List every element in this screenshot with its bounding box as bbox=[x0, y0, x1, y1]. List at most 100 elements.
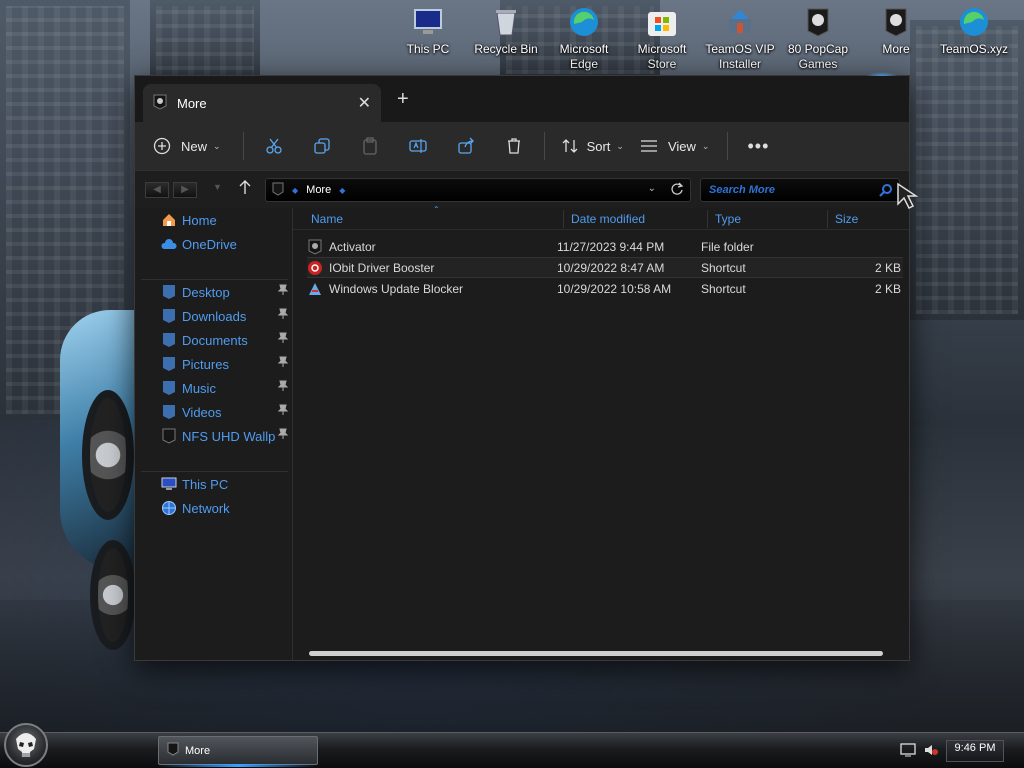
folder-icon bbox=[161, 284, 177, 300]
title-bar: More ✕ + bbox=[135, 76, 909, 122]
sidebar-item-onedrive[interactable]: OneDrive bbox=[135, 232, 292, 256]
folder-icon bbox=[161, 332, 177, 348]
close-icon[interactable]: ✕ bbox=[358, 93, 371, 113]
paste-button[interactable] bbox=[346, 130, 394, 162]
cut-button[interactable] bbox=[250, 130, 298, 162]
desktop-icon-this-pc[interactable]: This PC bbox=[390, 6, 466, 57]
driver-booster-icon bbox=[307, 260, 323, 276]
ellipsis-icon: ••• bbox=[747, 135, 770, 156]
navigation-pane: Home OneDrive Desktop Downloads Document… bbox=[135, 208, 293, 660]
file-name: IObit Driver Booster bbox=[329, 260, 435, 275]
view-button[interactable]: View ⌄ bbox=[640, 139, 710, 154]
forward-button[interactable]: ▶ bbox=[173, 182, 197, 198]
sidebar-item-documents[interactable]: Documents bbox=[135, 328, 292, 352]
desktop-icon-edge[interactable]: Microsoft Edge bbox=[546, 6, 622, 72]
view-list-icon bbox=[640, 140, 657, 152]
file-date: 10/29/2022 10:58 AM bbox=[557, 281, 672, 296]
new-button[interactable]: New ⌄ bbox=[153, 137, 221, 155]
desktop-icon-more[interactable]: More bbox=[858, 6, 934, 57]
file-type: File folder bbox=[701, 239, 754, 254]
copy-button[interactable] bbox=[298, 130, 346, 162]
search-box[interactable] bbox=[700, 178, 900, 202]
edge-icon bbox=[568, 6, 600, 38]
sort-button[interactable]: Sort ⌄ bbox=[561, 138, 624, 154]
new-tab-button[interactable]: + bbox=[397, 88, 409, 111]
sidebar-item-downloads[interactable]: Downloads bbox=[135, 304, 292, 328]
up-arrow-icon[interactable] bbox=[238, 179, 252, 198]
plus-circle-icon bbox=[153, 137, 171, 155]
pin-icon[interactable] bbox=[277, 284, 289, 299]
refresh-icon[interactable] bbox=[670, 182, 684, 199]
sidebar-item-network[interactable]: Network bbox=[135, 496, 292, 520]
delete-button[interactable] bbox=[490, 130, 538, 162]
desktop-icon-popcap-games[interactable]: 80 PopCap Games bbox=[780, 6, 856, 72]
column-header-name[interactable]: Name bbox=[311, 212, 343, 226]
search-icon[interactable] bbox=[879, 183, 893, 200]
breadcrumb-separator-icon: ◆ bbox=[292, 185, 299, 195]
taskbar-window-button-more[interactable]: More bbox=[158, 736, 318, 767]
pin-icon[interactable] bbox=[277, 380, 289, 395]
punisher-skull-icon bbox=[11, 729, 41, 762]
pin-icon[interactable] bbox=[277, 356, 289, 371]
folder-punisher-icon bbox=[307, 239, 323, 255]
folder-punisher-icon bbox=[272, 182, 284, 199]
chevron-down-icon: ⌄ bbox=[616, 140, 624, 151]
pin-icon[interactable] bbox=[277, 332, 289, 347]
recycle-bin-icon bbox=[490, 6, 522, 38]
chevron-down-icon: ⌄ bbox=[701, 140, 710, 151]
clock[interactable]: 9:46 PM bbox=[946, 740, 1004, 762]
sidebar-item-this-pc[interactable]: This PC bbox=[135, 472, 292, 496]
pin-icon[interactable] bbox=[277, 404, 289, 419]
desktop-icon-store[interactable]: Microsoft Store bbox=[624, 6, 700, 72]
address-bar[interactable]: ◆ More ◆ ⌄ bbox=[265, 178, 691, 202]
recent-locations-chevron-icon[interactable]: ▼ bbox=[213, 182, 222, 192]
pin-icon[interactable] bbox=[277, 428, 289, 443]
pin-icon[interactable] bbox=[277, 308, 289, 323]
rename-icon bbox=[408, 139, 427, 153]
column-header-size[interactable]: Size bbox=[835, 212, 858, 226]
action-center-icon[interactable] bbox=[900, 742, 916, 760]
folder-punisher-icon bbox=[161, 428, 177, 444]
trash-icon bbox=[507, 138, 520, 154]
sort-icon bbox=[562, 139, 578, 153]
speaker-muted-icon[interactable] bbox=[924, 743, 938, 760]
column-header-type[interactable]: Type bbox=[715, 212, 741, 226]
sidebar-item-pictures[interactable]: Pictures bbox=[135, 352, 292, 376]
folder-icon bbox=[161, 308, 177, 324]
file-size: 2 KB bbox=[874, 281, 901, 296]
folder-punisher-icon bbox=[880, 6, 912, 38]
folder-icon bbox=[161, 404, 177, 420]
file-row[interactable]: Windows Update Blocker 10/29/2022 10:58 … bbox=[307, 278, 903, 299]
command-bar: New ⌄ Sort ⌄ View ⌄ ••• bbox=[135, 122, 909, 170]
sidebar-item-music[interactable]: Music bbox=[135, 376, 292, 400]
rename-button[interactable] bbox=[394, 130, 442, 162]
search-input[interactable] bbox=[701, 179, 871, 201]
folder-punisher-icon bbox=[153, 94, 167, 113]
file-type: Shortcut bbox=[701, 260, 746, 275]
folder-punisher-icon bbox=[167, 742, 179, 759]
start-button[interactable] bbox=[4, 723, 48, 767]
share-icon bbox=[457, 137, 474, 154]
breadcrumb-more[interactable]: More bbox=[306, 184, 331, 196]
more-options-button[interactable]: ••• bbox=[734, 130, 782, 162]
horizontal-scrollbar[interactable] bbox=[309, 651, 883, 656]
folder-icon bbox=[161, 356, 177, 372]
column-header-date[interactable]: Date modified bbox=[571, 212, 645, 226]
sidebar-item-home[interactable]: Home bbox=[135, 208, 292, 232]
network-icon bbox=[161, 500, 177, 516]
address-dropdown-chevron-icon[interactable]: ⌄ bbox=[648, 183, 656, 194]
tab-more[interactable]: More ✕ bbox=[143, 84, 381, 122]
desktop-icon-teamos-xyz[interactable]: TeamOS.xyz bbox=[936, 6, 1012, 57]
desktop-icon-teamos-installer[interactable]: TeamOS VIP Installer bbox=[702, 6, 778, 72]
sidebar-item-desktop[interactable]: Desktop bbox=[135, 280, 292, 304]
sidebar-item-nfs-wallpapers[interactable]: NFS UHD Wallp bbox=[135, 424, 292, 448]
breadcrumb-separator-icon: ◆ bbox=[339, 185, 346, 195]
back-button[interactable]: ◀ bbox=[145, 182, 169, 198]
file-row[interactable]: IObit Driver Booster 10/29/2022 8:47 AM … bbox=[307, 257, 903, 278]
desktop-icon-recycle-bin[interactable]: Recycle Bin bbox=[468, 6, 544, 57]
file-row[interactable]: Activator 11/27/2023 9:44 PM File folder bbox=[307, 236, 903, 257]
file-explorer-window[interactable]: More ✕ + New ⌄ Sort ⌄ View ⌄ ••• ◀ ▶ ▼ ◆… bbox=[134, 72, 910, 661]
sidebar-item-videos[interactable]: Videos bbox=[135, 400, 292, 424]
copy-icon bbox=[313, 138, 330, 154]
share-button[interactable] bbox=[442, 130, 490, 162]
